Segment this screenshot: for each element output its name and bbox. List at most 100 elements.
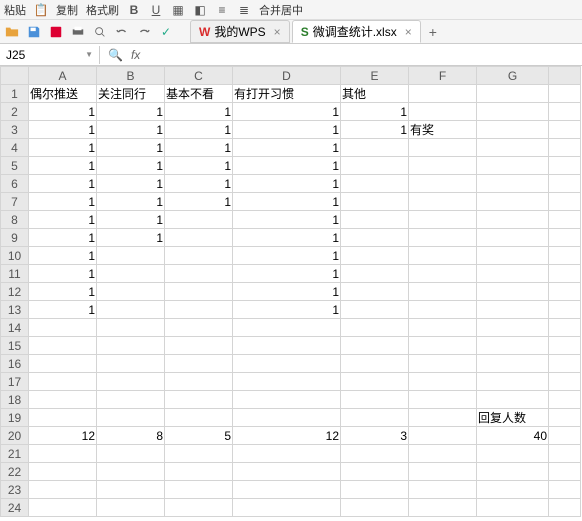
cell[interactable]: [409, 409, 477, 427]
cell[interactable]: 1: [233, 139, 341, 157]
merge-label[interactable]: 合并居中: [259, 2, 303, 18]
row-header[interactable]: 20: [1, 427, 29, 445]
cell[interactable]: 1: [29, 139, 97, 157]
col-header[interactable]: D: [233, 67, 341, 85]
cell[interactable]: 1: [97, 193, 165, 211]
col-header[interactable]: A: [29, 67, 97, 85]
cell[interactable]: [165, 499, 233, 517]
cell[interactable]: 1: [165, 121, 233, 139]
row-header[interactable]: 15: [1, 337, 29, 355]
cell[interactable]: [477, 247, 549, 265]
cell[interactable]: [165, 211, 233, 229]
cell[interactable]: [341, 373, 409, 391]
cell[interactable]: 1: [233, 121, 341, 139]
cell[interactable]: [341, 193, 409, 211]
cell[interactable]: [341, 445, 409, 463]
cell[interactable]: [477, 445, 549, 463]
cell[interactable]: [341, 337, 409, 355]
cell[interactable]: 1: [233, 211, 341, 229]
cell[interactable]: [549, 85, 581, 103]
cell[interactable]: [341, 391, 409, 409]
cell[interactable]: [549, 373, 581, 391]
preview-icon[interactable]: [92, 24, 108, 40]
cell[interactable]: 基本不看: [165, 85, 233, 103]
row-header[interactable]: 3: [1, 121, 29, 139]
cell[interactable]: 8: [97, 427, 165, 445]
cell[interactable]: [409, 85, 477, 103]
align-icon[interactable]: ≡: [215, 3, 229, 17]
cell[interactable]: 1: [29, 301, 97, 319]
row-header[interactable]: 11: [1, 265, 29, 283]
cell[interactable]: [409, 391, 477, 409]
cell[interactable]: [549, 319, 581, 337]
cell[interactable]: [341, 265, 409, 283]
cell[interactable]: [549, 103, 581, 121]
cell[interactable]: 12: [233, 427, 341, 445]
cell[interactable]: 1: [97, 229, 165, 247]
cell[interactable]: 1: [233, 301, 341, 319]
cell[interactable]: [409, 103, 477, 121]
cell[interactable]: [341, 211, 409, 229]
paste-label[interactable]: 粘贴: [4, 2, 26, 18]
cell[interactable]: 1: [233, 247, 341, 265]
cell[interactable]: [165, 409, 233, 427]
cell[interactable]: [477, 103, 549, 121]
bold-icon[interactable]: B: [127, 3, 141, 17]
cell[interactable]: [165, 481, 233, 499]
cell[interactable]: 12: [29, 427, 97, 445]
cell[interactable]: [97, 319, 165, 337]
cell[interactable]: [233, 355, 341, 373]
close-icon[interactable]: ×: [405, 25, 412, 39]
cell[interactable]: [549, 301, 581, 319]
cell[interactable]: [29, 319, 97, 337]
cell[interactable]: [409, 373, 477, 391]
cell[interactable]: [29, 391, 97, 409]
cell[interactable]: [549, 175, 581, 193]
col-header[interactable]: B: [97, 67, 165, 85]
cell[interactable]: [233, 337, 341, 355]
cell[interactable]: [409, 301, 477, 319]
zoom-icon[interactable]: 🔍: [108, 48, 123, 62]
cell[interactable]: [409, 211, 477, 229]
col-header[interactable]: [549, 67, 581, 85]
row-header[interactable]: 16: [1, 355, 29, 373]
row-header[interactable]: 19: [1, 409, 29, 427]
cell[interactable]: 5: [165, 427, 233, 445]
row-header[interactable]: 4: [1, 139, 29, 157]
cell[interactable]: [549, 193, 581, 211]
tab-wps-home[interactable]: W 我的WPS ×: [190, 20, 290, 43]
cell[interactable]: 1: [165, 193, 233, 211]
cell[interactable]: [409, 355, 477, 373]
cell[interactable]: [341, 463, 409, 481]
clipboard-icon[interactable]: 📋: [34, 3, 48, 17]
cell[interactable]: 1: [165, 157, 233, 175]
cell[interactable]: [233, 481, 341, 499]
cell[interactable]: 1: [233, 229, 341, 247]
cell[interactable]: [165, 319, 233, 337]
cell[interactable]: 1: [341, 121, 409, 139]
cell[interactable]: [477, 337, 549, 355]
select-all-corner[interactable]: [1, 67, 29, 85]
align2-icon[interactable]: ≣: [237, 3, 251, 17]
cell[interactable]: [477, 85, 549, 103]
cell[interactable]: [165, 445, 233, 463]
cell[interactable]: [233, 391, 341, 409]
cell[interactable]: [477, 175, 549, 193]
cell[interactable]: 偶尔推送: [29, 85, 97, 103]
cell[interactable]: 1: [233, 193, 341, 211]
cell[interactable]: [409, 175, 477, 193]
cell[interactable]: [409, 499, 477, 517]
row-header[interactable]: 5: [1, 157, 29, 175]
col-header[interactable]: G: [477, 67, 549, 85]
cell[interactable]: [409, 157, 477, 175]
cell[interactable]: [97, 301, 165, 319]
cell[interactable]: [477, 121, 549, 139]
fill-icon[interactable]: ◧: [193, 3, 207, 17]
row-header[interactable]: 12: [1, 283, 29, 301]
cell[interactable]: 1: [29, 193, 97, 211]
redo-icon[interactable]: [136, 24, 152, 40]
cell[interactable]: [549, 463, 581, 481]
cell[interactable]: [29, 409, 97, 427]
cell[interactable]: 1: [97, 103, 165, 121]
pdf-icon[interactable]: [48, 24, 64, 40]
